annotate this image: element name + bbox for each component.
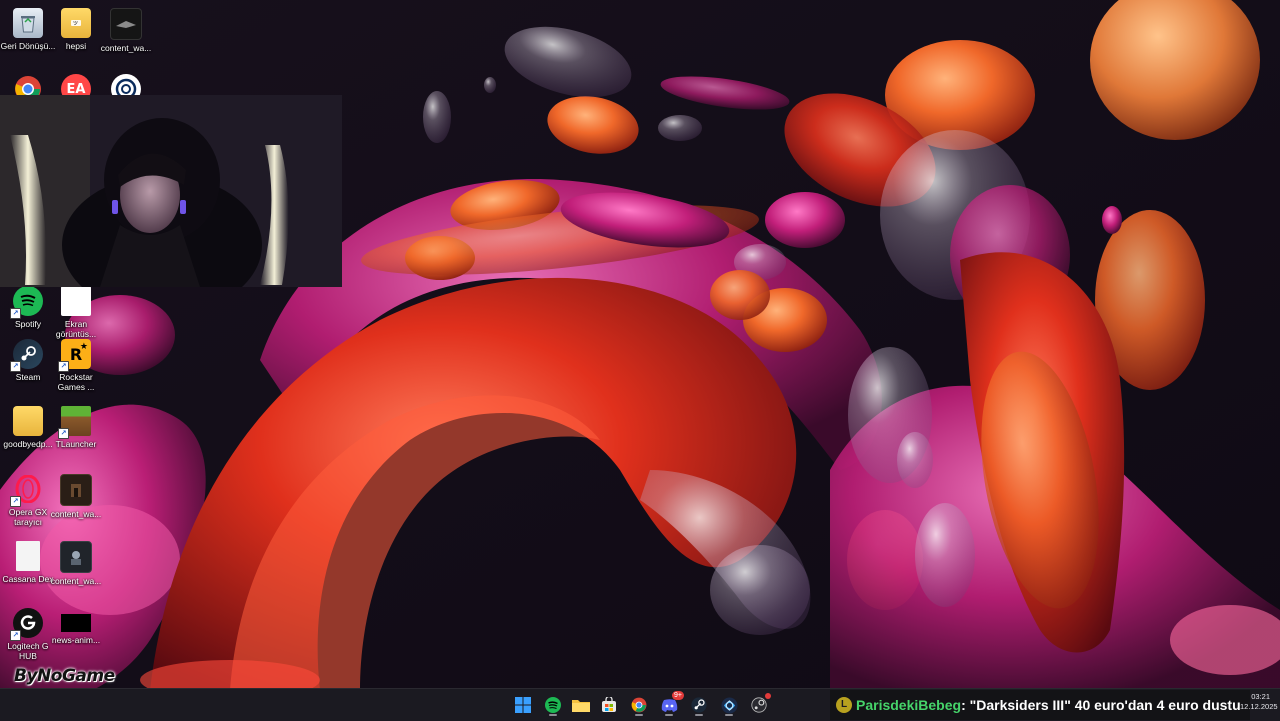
- desktop-icon-tlauncher[interactable]: ↗ TLauncher: [48, 402, 104, 464]
- desktop-icon-label: content_wa...: [50, 576, 102, 586]
- taskbar-chrome[interactable]: [628, 694, 650, 716]
- video-thumbnail-icon: [60, 474, 92, 506]
- webcam-overlay: [0, 95, 342, 287]
- taskbar-battlenet[interactable]: [718, 694, 740, 716]
- clock-time: 03:21: [1251, 692, 1270, 701]
- desktop-icon-label: news-anim...: [51, 635, 101, 645]
- taskbar-clock[interactable]: 03:21 12.12.2025: [1240, 692, 1278, 712]
- desktop-icon-rockstar[interactable]: R ★ ↗ Rockstar Games ...: [48, 335, 104, 397]
- document-icon: [16, 541, 40, 571]
- taskbar-spotify[interactable]: [542, 694, 564, 716]
- spotify-icon: [545, 697, 561, 713]
- chat-username: ParisdekiBebeg: [856, 697, 962, 713]
- chat-user-badge: L: [836, 697, 852, 713]
- folder-icon: [13, 406, 43, 436]
- streamer-webcam-image: [0, 95, 342, 287]
- taskbar-microsoft-store[interactable]: [598, 694, 620, 716]
- running-indicator: [695, 714, 703, 716]
- steam-icon: ↗: [10, 339, 43, 372]
- taskbar-file-explorer[interactable]: [570, 694, 592, 716]
- desktop-icon-content-wa-1[interactable]: content_wa...: [98, 4, 154, 66]
- video-thumbnail-icon: [61, 614, 91, 632]
- notification-dot: [765, 693, 771, 699]
- notification-badge: 9+: [672, 691, 684, 700]
- shortcut-arrow-icon: ↗: [10, 496, 21, 507]
- clock-date: 12.12.2025: [1240, 702, 1278, 711]
- desktop-icon-label: Rockstar Games ...: [57, 372, 95, 392]
- chrome-icon: [631, 697, 647, 713]
- steam-icon: [691, 697, 707, 713]
- chat-ticker: L ParisdekiBebeg : "Darksiders III" 40 e…: [830, 690, 1250, 720]
- shortcut-arrow-icon: ↗: [10, 308, 21, 319]
- windows-start-icon: [515, 697, 531, 713]
- video-thumbnail-icon: [60, 541, 92, 573]
- shortcut-arrow-icon: ↗: [10, 630, 21, 641]
- svg-text:ツ: ツ: [73, 21, 78, 27]
- folder-icon: ツ: [61, 8, 91, 38]
- logitech-g-hub-icon: ↗: [10, 608, 43, 641]
- desktop-icon-label: content_wa...: [100, 43, 152, 53]
- running-indicator: [549, 714, 557, 716]
- chat-message: : "Darksiders III" 40 euro'dan 4 euro du…: [961, 697, 1241, 713]
- taskbar-start-button[interactable]: [512, 694, 534, 716]
- shortcut-arrow-icon: ↗: [10, 361, 21, 372]
- shortcut-arrow-icon: ↗: [58, 361, 69, 372]
- screenshot-file-icon: [61, 286, 91, 316]
- desktop-icon-hepsi[interactable]: ツ hepsi: [48, 4, 104, 66]
- spotify-icon: ↗: [10, 286, 43, 319]
- taskbar-discord[interactable]: 9+: [658, 691, 684, 716]
- shortcut-arrow-icon: ↗: [58, 428, 69, 439]
- video-thumbnail-icon: [110, 8, 142, 40]
- desktop-icon-content-wa-2[interactable]: content_wa...: [48, 470, 104, 532]
- recycle-bin-icon: [13, 8, 43, 38]
- opera-gx-icon: ↗: [10, 474, 43, 507]
- battlenet-icon: [721, 697, 737, 713]
- tlauncher-icon: ↗: [58, 406, 91, 439]
- bynogame-watermark: ByNoGame: [14, 666, 115, 686]
- desktop-icon-label: content_wa...: [50, 509, 102, 519]
- steam-icon: [751, 697, 767, 713]
- store-icon: [602, 697, 616, 712]
- discord-icon: [661, 698, 677, 712]
- rockstar-icon: R ★ ↗: [58, 339, 91, 372]
- taskbar-steam[interactable]: [688, 694, 710, 716]
- desktop-icon-label: TLauncher: [55, 439, 97, 449]
- desktop-icon-content-wa-3[interactable]: content_wa...: [48, 537, 104, 599]
- running-indicator: [725, 714, 733, 716]
- running-indicator: [665, 714, 673, 716]
- running-indicator: [635, 714, 643, 716]
- desktop-icon-news-anim[interactable]: news-anim...: [48, 604, 104, 666]
- taskbar-steam-overlay[interactable]: [748, 693, 771, 716]
- file-explorer-icon: [572, 700, 590, 712]
